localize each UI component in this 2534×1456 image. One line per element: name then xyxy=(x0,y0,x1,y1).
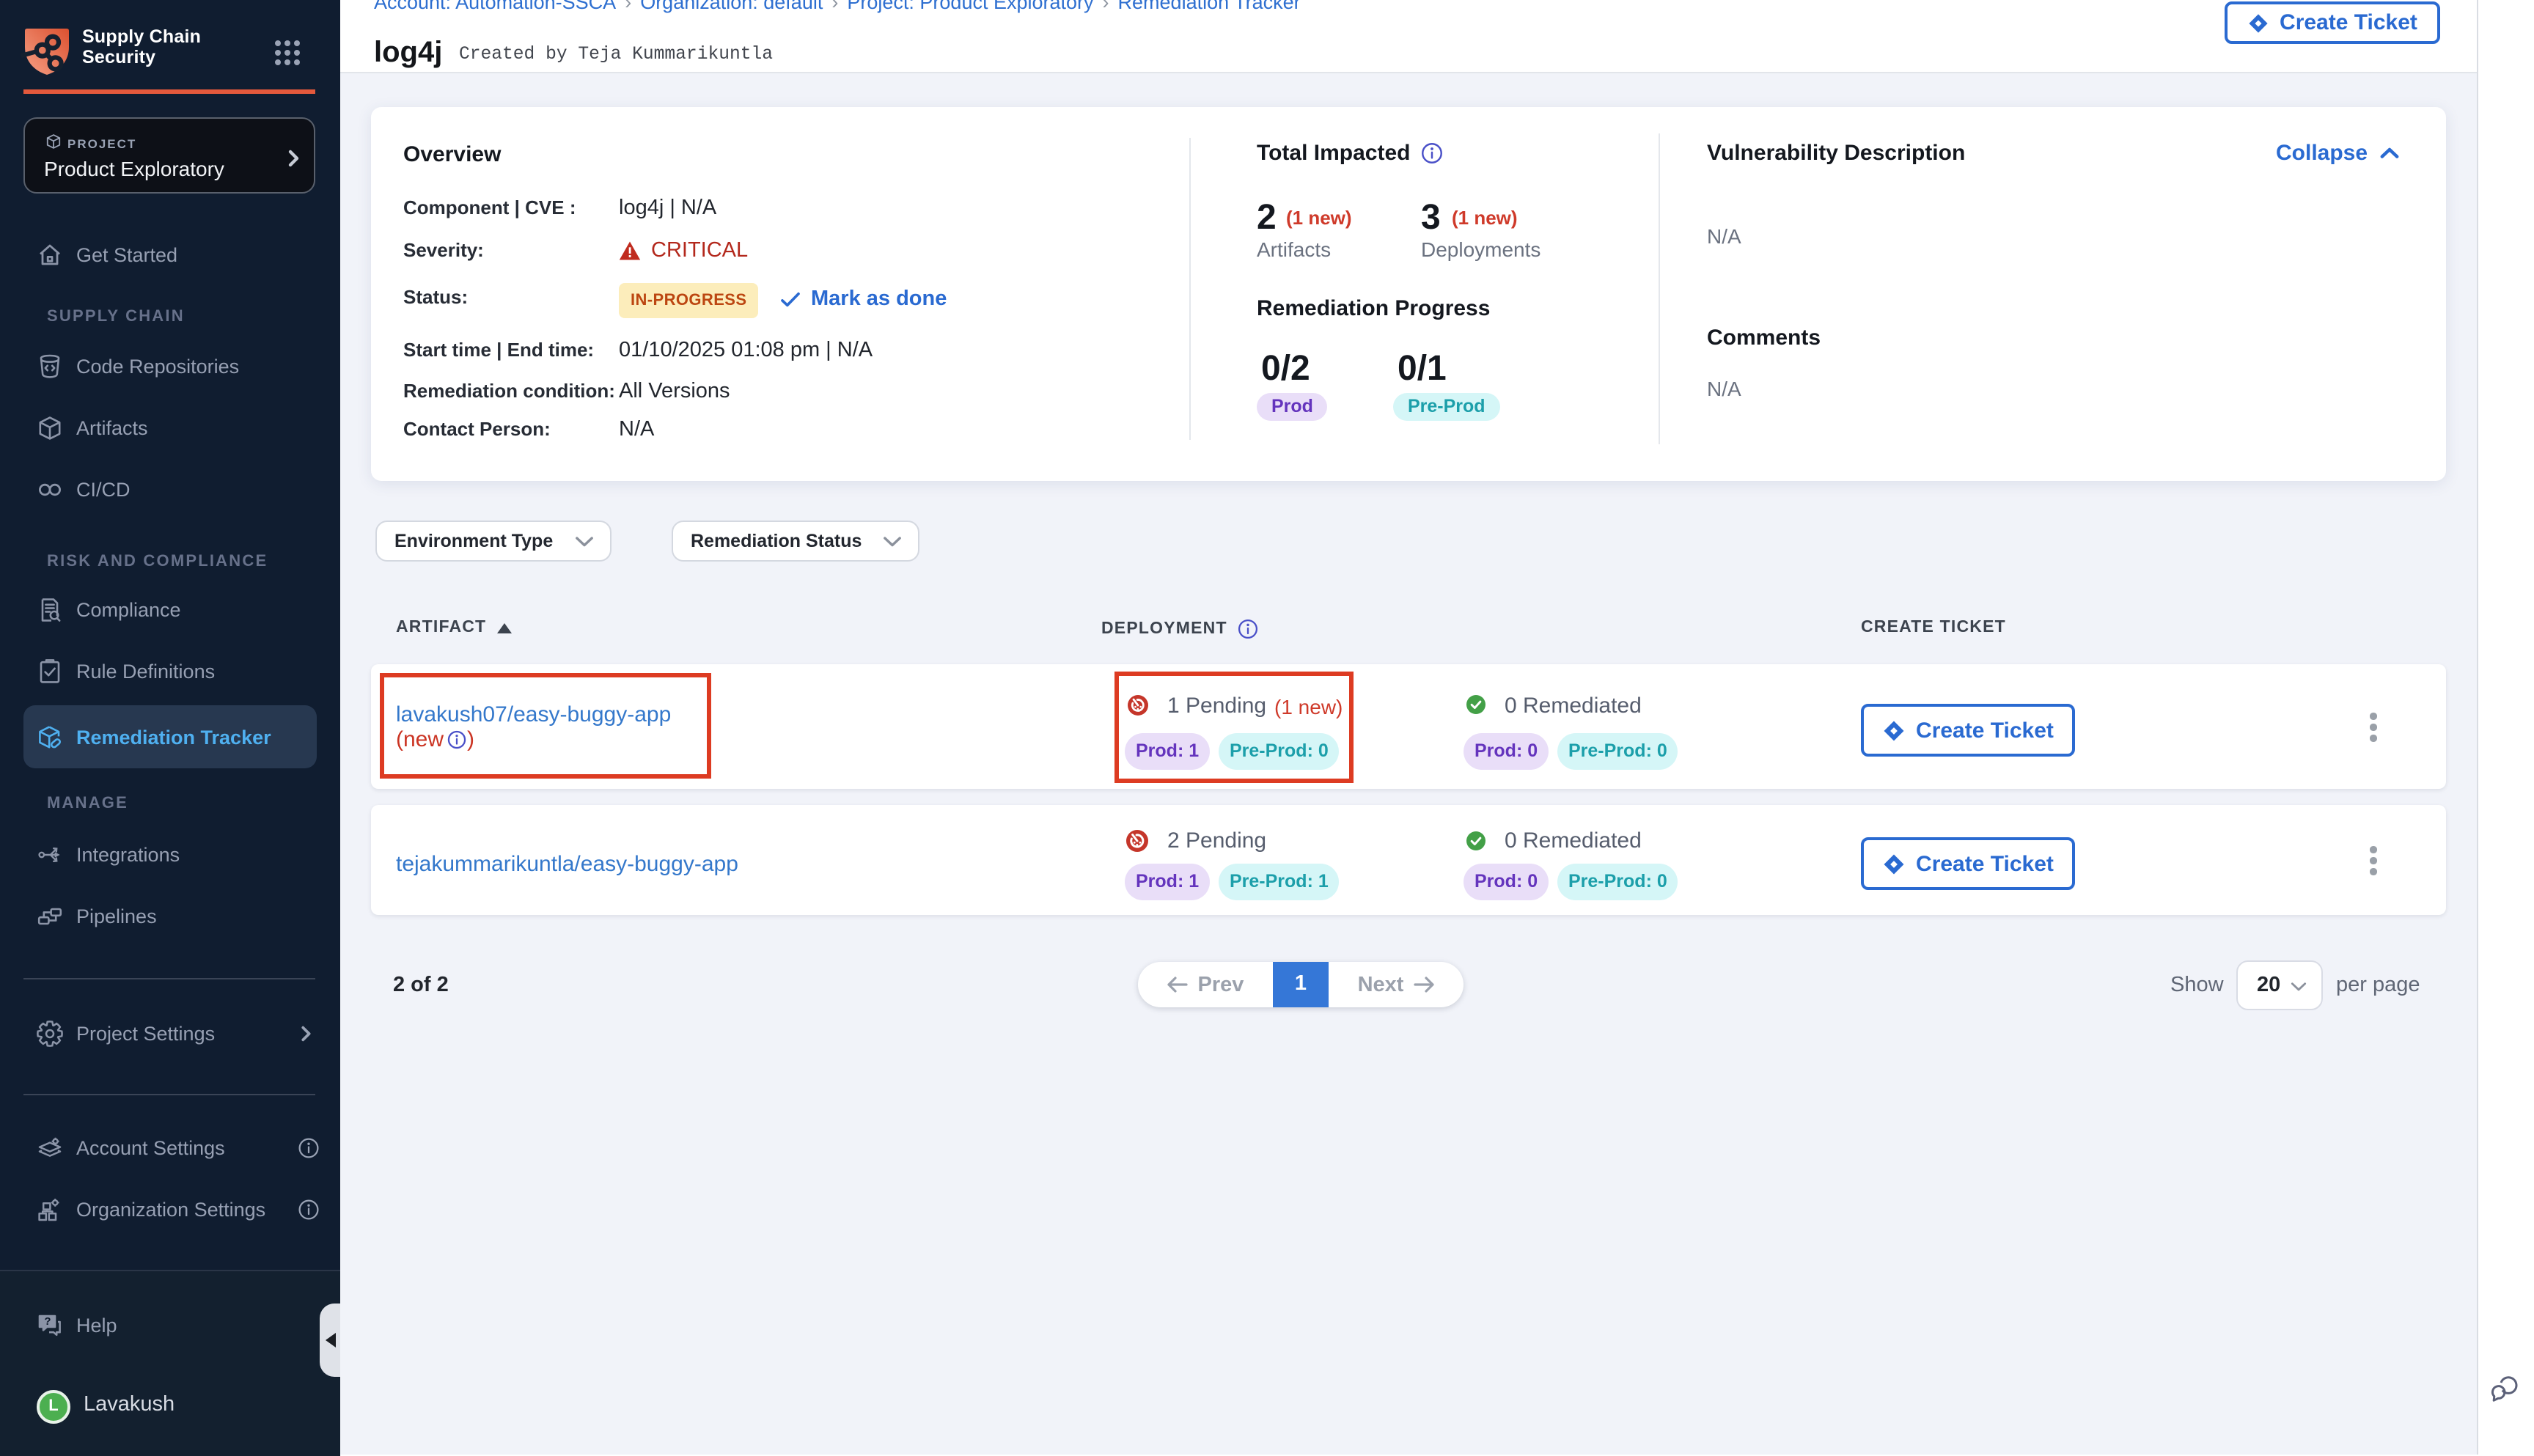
svg-text:?: ? xyxy=(44,1315,51,1328)
